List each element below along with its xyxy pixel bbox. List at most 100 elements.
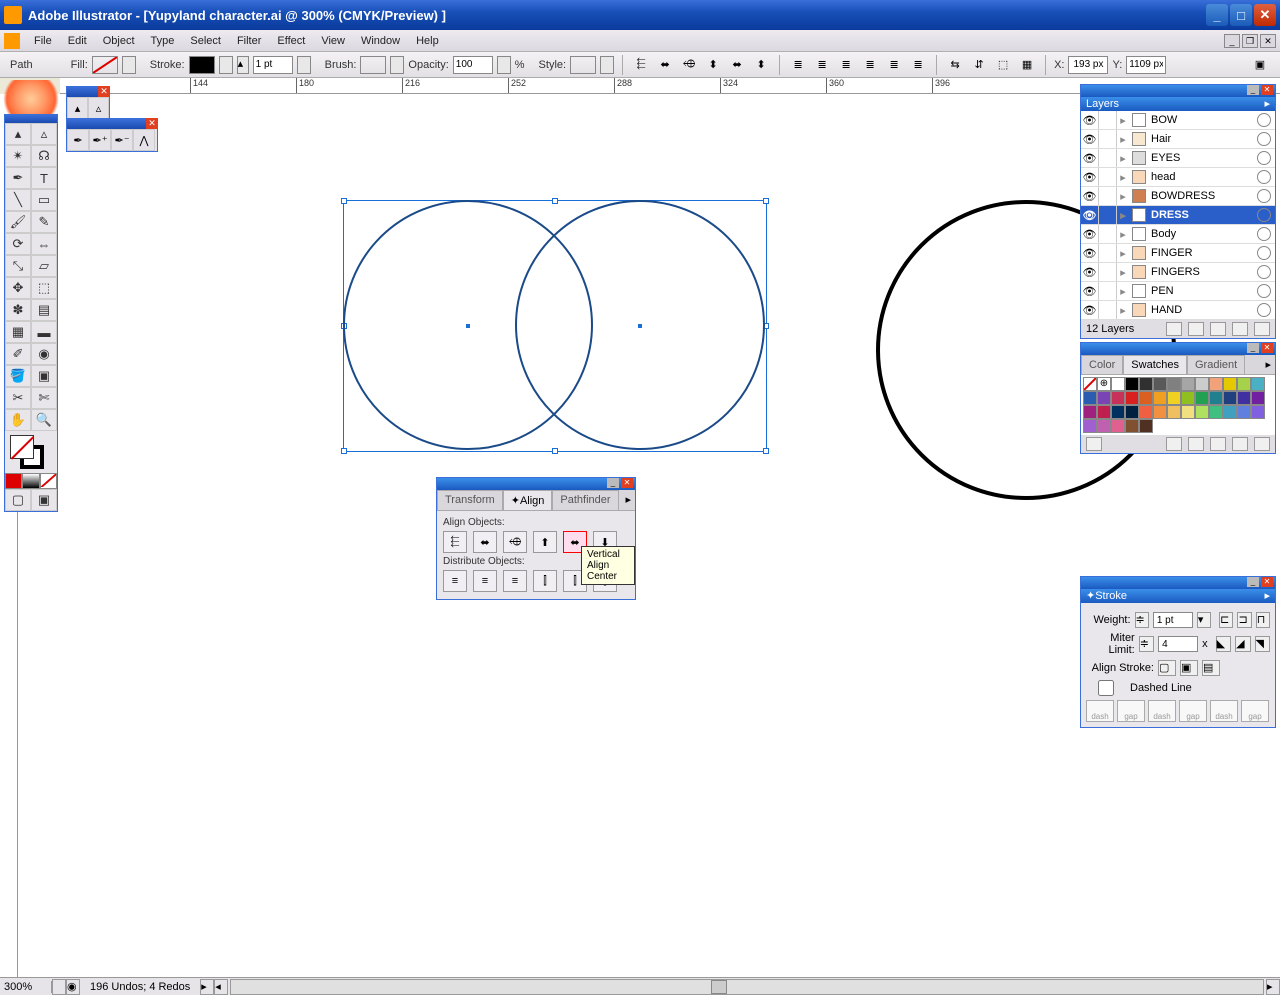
visibility-icon[interactable]: 👁 xyxy=(1081,206,1099,224)
h-scrollbar[interactable] xyxy=(230,979,1264,995)
lock-cell[interactable] xyxy=(1099,168,1117,186)
layer-row[interactable]: 👁▸Body xyxy=(1081,225,1275,244)
lock-cell[interactable] xyxy=(1099,187,1117,205)
new-sublayer-icon[interactable] xyxy=(1210,322,1226,336)
swatch[interactable] xyxy=(1251,391,1265,405)
swatch[interactable] xyxy=(1139,419,1153,433)
swatch[interactable] xyxy=(1097,405,1111,419)
target-icon[interactable] xyxy=(1257,113,1271,127)
swatch[interactable] xyxy=(1195,391,1209,405)
layers-tab[interactable]: Layers xyxy=(1086,97,1264,111)
cap-1-icon[interactable]: ⊏ xyxy=(1219,612,1233,628)
miter-stepper[interactable]: ≑ xyxy=(1139,636,1154,652)
swatch[interactable] xyxy=(1097,419,1111,433)
toolbox-header[interactable] xyxy=(5,115,57,123)
visibility-icon[interactable]: 👁 xyxy=(1081,130,1099,148)
expand-icon[interactable]: ▸ xyxy=(1117,304,1129,317)
dist-left-btn[interactable]: ⫿ xyxy=(533,570,557,592)
visibility-icon[interactable]: 👁 xyxy=(1081,149,1099,167)
handle-n[interactable] xyxy=(552,198,558,204)
y-input[interactable] xyxy=(1126,56,1166,74)
align-hcenter-icon[interactable]: ⬌ xyxy=(655,55,675,75)
delete-layer-icon[interactable] xyxy=(1254,322,1270,336)
brush-swatch[interactable] xyxy=(360,56,386,74)
stroke-weight-input[interactable] xyxy=(253,56,293,74)
eyedropper-tool[interactable]: ✐ xyxy=(5,343,31,365)
pencil-tool[interactable]: ✎ xyxy=(31,211,57,233)
swatch[interactable] xyxy=(1181,405,1195,419)
sw-min[interactable]: _ xyxy=(1247,343,1259,353)
swatch[interactable] xyxy=(1223,377,1237,391)
stroke-swatch[interactable] xyxy=(189,56,215,74)
layer-row[interactable]: 👁▸head xyxy=(1081,168,1275,187)
swatch[interactable] xyxy=(1237,391,1251,405)
sw-show-icon[interactable] xyxy=(1166,437,1182,451)
align-stroke-2[interactable]: ▣ xyxy=(1180,660,1198,676)
layer-row[interactable]: 👁▸EYES xyxy=(1081,149,1275,168)
panel-minimize[interactable]: _ xyxy=(607,478,619,488)
fill-swatch[interactable] xyxy=(92,56,118,74)
menu-edit[interactable]: Edit xyxy=(60,33,95,49)
dist-4-icon[interactable]: ≣ xyxy=(860,55,880,75)
layer-row[interactable]: 👁▸FINGERS xyxy=(1081,263,1275,282)
reflect-tool[interactable]: ⇔ xyxy=(31,233,57,255)
align-left-icon[interactable]: ⬱ xyxy=(631,55,651,75)
align-bottom-icon[interactable]: ⬍ xyxy=(751,55,771,75)
expand-icon[interactable]: ▸ xyxy=(1117,266,1129,279)
dist-vcenter-btn[interactable]: ≡ xyxy=(473,570,497,592)
paintbrush-tool[interactable]: 🖌 xyxy=(5,211,31,233)
swatch[interactable] xyxy=(1223,405,1237,419)
visibility-icon[interactable]: 👁 xyxy=(1081,168,1099,186)
live-paint-select-tool[interactable]: ▣ xyxy=(31,365,57,387)
rectangle-tool[interactable]: ▭ xyxy=(31,189,57,211)
swatch[interactable] xyxy=(1111,377,1125,391)
cap-2-icon[interactable]: ⊐ xyxy=(1237,612,1251,628)
weight-stepper[interactable]: ≑ xyxy=(1135,612,1149,628)
sel-arrow-tool[interactable]: ▴ xyxy=(67,97,88,119)
handle-se[interactable] xyxy=(763,448,769,454)
dash-field[interactable]: gap xyxy=(1179,700,1207,722)
align-stroke-1[interactable]: ▢ xyxy=(1158,660,1176,676)
swatch[interactable] xyxy=(1209,405,1223,419)
dist-top-btn[interactable]: ≡ xyxy=(443,570,467,592)
graph-tool[interactable]: ▤ xyxy=(31,299,57,321)
style-dropdown[interactable] xyxy=(600,56,614,74)
swatch[interactable] xyxy=(1181,391,1195,405)
swatch-none[interactable] xyxy=(1083,377,1097,391)
swatch[interactable] xyxy=(1111,405,1125,419)
cap-3-icon[interactable]: ⊓ xyxy=(1256,612,1270,628)
swatches-titlebar[interactable]: _✕ xyxy=(1081,343,1275,355)
swatch[interactable] xyxy=(1153,377,1167,391)
screen-mode-2[interactable]: ▣ xyxy=(31,489,57,511)
layer-list[interactable]: 👁▸BOW👁▸Hair👁▸EYES👁▸head👁▸BOWDRESS👁▸DRESS… xyxy=(1081,111,1275,320)
dash-field[interactable]: dash xyxy=(1086,700,1114,722)
style-swatch[interactable] xyxy=(570,56,596,74)
direct-select-tool[interactable]: ▵ xyxy=(31,123,57,145)
type-tool[interactable]: T xyxy=(31,167,57,189)
visibility-icon[interactable]: 👁 xyxy=(1081,244,1099,262)
make-clip-icon[interactable] xyxy=(1188,322,1204,336)
transform-1-icon[interactable]: ⇆ xyxy=(945,55,965,75)
sw-lib-icon[interactable] xyxy=(1086,437,1102,451)
rotate-tool[interactable]: ⟳ xyxy=(5,233,31,255)
stroke-tab[interactable]: Stroke xyxy=(1095,590,1127,602)
swatch[interactable] xyxy=(1237,405,1251,419)
expand-icon[interactable]: ▸ xyxy=(1117,247,1129,260)
layer-row[interactable]: 👁▸HAND xyxy=(1081,301,1275,320)
transform-2-icon[interactable]: ⇵ xyxy=(969,55,989,75)
layers-close[interactable]: ✕ xyxy=(1261,85,1273,95)
target-icon[interactable] xyxy=(1257,284,1271,298)
align-panel-titlebar[interactable]: _ ✕ xyxy=(437,478,635,490)
swatch[interactable] xyxy=(1195,377,1209,391)
swatch-registration[interactable]: ⊕ xyxy=(1097,377,1111,391)
align-vcenter-icon[interactable]: ⬌ xyxy=(727,55,747,75)
zoom-drop[interactable] xyxy=(52,979,66,995)
color-mode-2[interactable] xyxy=(22,473,39,489)
menu-help[interactable]: Help xyxy=(408,33,447,49)
miter-input[interactable] xyxy=(1158,636,1198,652)
swatch[interactable] xyxy=(1181,377,1195,391)
join-1-icon[interactable]: ◣ xyxy=(1216,636,1231,652)
menu-object[interactable]: Object xyxy=(95,33,143,49)
layer-row[interactable]: 👁▸PEN xyxy=(1081,282,1275,301)
transform-4-icon[interactable]: ▦ xyxy=(1017,55,1037,75)
